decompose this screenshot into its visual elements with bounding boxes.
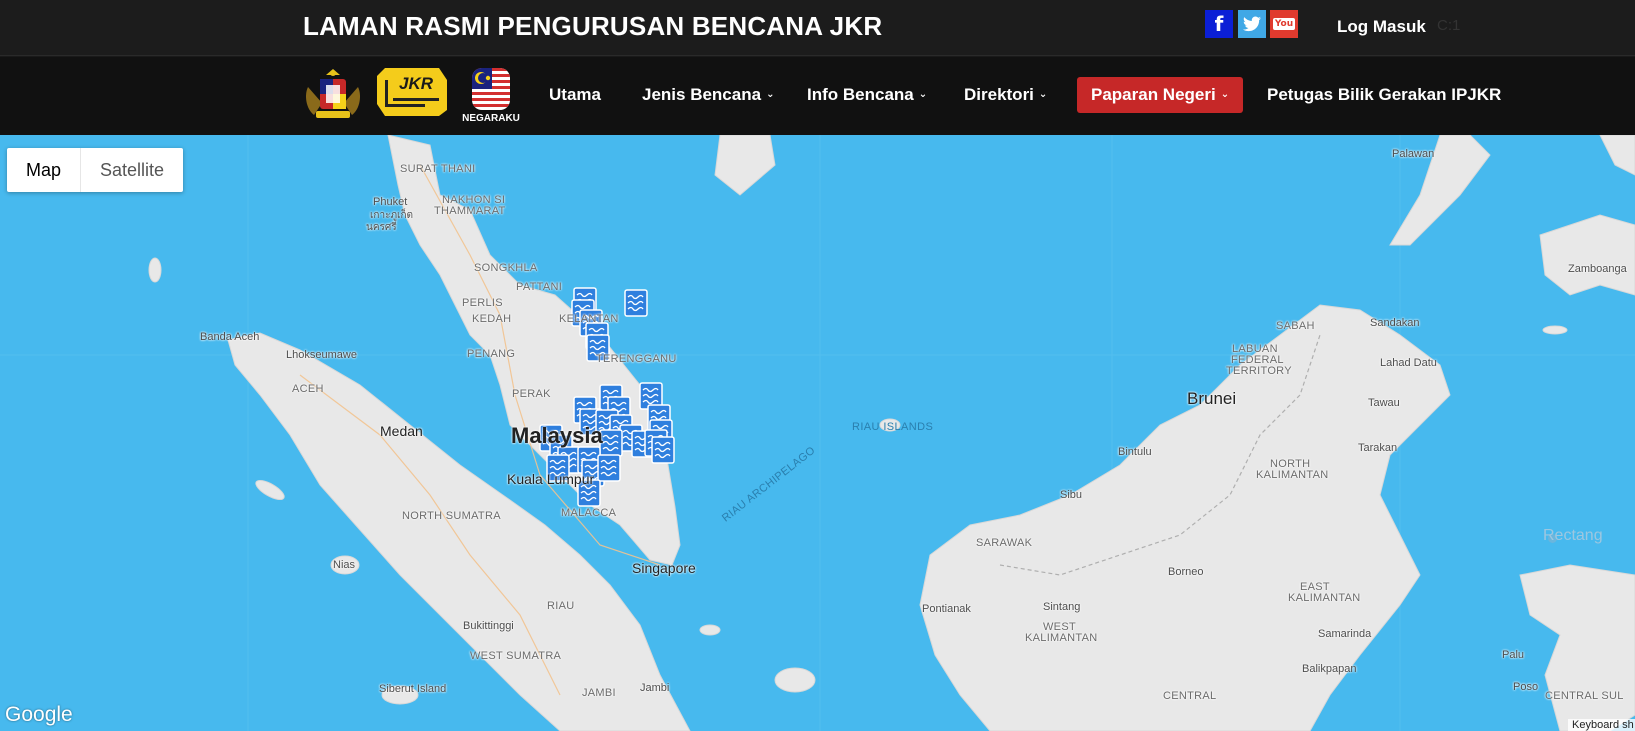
jkr-logo-text: JKR xyxy=(399,74,434,93)
nav-utama-label: Utama xyxy=(549,85,601,104)
map-label: KALIMANTAN xyxy=(1256,469,1329,481)
map-label: KEDAH xyxy=(472,313,512,325)
map-label: Kuala Lumpur xyxy=(507,471,595,487)
twitter-icon[interactable] xyxy=(1238,10,1266,38)
map-label: CENTRAL SUL xyxy=(1545,690,1624,702)
jkr-logo[interactable]: JKR xyxy=(375,66,449,118)
negaraku-label: NEGARAKU xyxy=(462,113,520,124)
flood-marker-icon[interactable] xyxy=(651,436,675,464)
map-label: Nias xyxy=(333,559,356,571)
map-label: JAMBI xyxy=(582,687,616,699)
login-link[interactable]: Log Masuk xyxy=(1337,17,1426,37)
map-label: THAMMARAT xyxy=(434,205,506,217)
twitter-bird-icon xyxy=(1243,16,1261,32)
map-label: PERAK xyxy=(512,388,551,400)
map-land-layer xyxy=(0,135,1635,731)
map-label: Medan xyxy=(380,423,423,439)
map-label: Jambi xyxy=(640,682,670,694)
chevron-down-icon: ⌄ xyxy=(766,89,775,100)
map-label: Singapore xyxy=(632,560,696,576)
map-label: PATTANI xyxy=(516,281,563,293)
site-title: LAMAN RASMI PENGURUSAN BENCANA JKR xyxy=(303,11,883,41)
map-label: Sibu xyxy=(1060,489,1083,501)
map-label: KALIMANTAN xyxy=(1288,592,1361,604)
facebook-icon[interactable]: f xyxy=(1205,10,1233,38)
nav-jenis-bencana-label: Jenis Bencana xyxy=(642,85,762,104)
map-label: Bintulu xyxy=(1118,446,1152,458)
youtube-icon-text: You xyxy=(1272,18,1296,30)
malaysia-crest-logo[interactable] xyxy=(302,65,364,121)
map-label: Banda Aceh xyxy=(200,331,260,343)
map-label: Zamboanga xyxy=(1568,263,1627,275)
malaysia-flag-icon xyxy=(472,68,510,110)
map-label: Borneo xyxy=(1168,566,1204,578)
map-label: SABAH xyxy=(1276,320,1315,332)
map-label: MALACCA xyxy=(561,507,617,519)
map-label: Sandakan xyxy=(1370,317,1420,329)
nav-paparan-negeri-label: Paparan Negeri xyxy=(1091,85,1216,104)
map-label: CENTRAL xyxy=(1163,690,1217,702)
google-logo[interactable]: Google xyxy=(5,703,73,727)
map-label: Balikpapan xyxy=(1302,663,1357,675)
map-label: Lhokseumawe xyxy=(286,349,357,361)
map-label: PENANG xyxy=(467,348,516,360)
chevron-down-icon: ⌄ xyxy=(1220,89,1230,100)
map-label: Lahad Datu xyxy=(1380,357,1437,369)
nav-petugas-label: Petugas Bilik Gerakan IPJKR xyxy=(1267,85,1502,104)
top-bar: LAMAN RASMI PENGURUSAN BENCANA JKR f You… xyxy=(0,0,1635,56)
main-nav: JKR NEGARAKU Utama Jenis Bencana ⌄ Info … xyxy=(0,57,1635,135)
map-label: Poso xyxy=(1513,681,1539,693)
map-label: Pontianak xyxy=(922,603,971,615)
map-label: ACEH xyxy=(292,383,324,395)
map-label: Samarinda xyxy=(1318,628,1372,640)
crest-icon xyxy=(306,69,360,118)
nav-paparan-negeri[interactable]: Paparan Negeri ⌄ xyxy=(1077,77,1244,113)
map-label: SURAT THANI xyxy=(400,163,476,175)
map-label: NORTH SUMATRA xyxy=(402,510,501,522)
flood-marker-icon[interactable] xyxy=(599,429,623,457)
map-label: KELANTAN xyxy=(559,313,619,325)
nav-direktori[interactable]: Direktori ⌄ xyxy=(964,77,1047,113)
flood-marker-icon[interactable] xyxy=(624,289,648,317)
map-label: Phuket xyxy=(373,196,408,208)
map-label: Brunei xyxy=(1187,389,1237,408)
map-label: Tarakan xyxy=(1358,442,1398,454)
rectangle-tool-hint[interactable]: Rectang xyxy=(1543,527,1603,545)
nav-direktori-label: Direktori xyxy=(964,85,1034,104)
nav-utama[interactable]: Utama xyxy=(549,77,601,113)
nav-info-bencana-label: Info Bencana xyxy=(807,85,914,104)
map-label: Tawau xyxy=(1368,397,1400,409)
flood-marker-icon[interactable] xyxy=(597,454,621,482)
map-label: SARAWAK xyxy=(976,537,1033,549)
map-canvas[interactable]: SURAT THANI NAKHON SI THAMMARAT Phuket เ… xyxy=(0,135,1635,731)
chevron-down-icon: ⌄ xyxy=(918,89,928,100)
visitor-counter: C:1 xyxy=(1437,17,1461,34)
keyboard-shortcuts-link[interactable]: Keyboard sh xyxy=(1568,719,1635,731)
map-label: นครศรี xyxy=(366,222,397,233)
map-label: Malaysia xyxy=(511,423,603,448)
map-type-map-button[interactable]: Map xyxy=(7,148,82,192)
chevron-down-icon: ⌄ xyxy=(1038,89,1048,100)
negaraku-logo[interactable]: NEGARAKU xyxy=(459,65,523,125)
map-label: KALIMANTAN xyxy=(1025,632,1098,644)
map-label: PERLIS xyxy=(462,297,503,309)
map-label: Palawan xyxy=(1392,148,1435,160)
map-label: TERRITORY xyxy=(1226,365,1292,377)
youtube-icon[interactable]: You xyxy=(1270,10,1298,38)
map-label: WEST SUMATRA xyxy=(470,650,562,662)
map-label: Sintang xyxy=(1043,601,1081,613)
nav-petugas-bilik-gerakan[interactable]: Petugas Bilik Gerakan IPJKR xyxy=(1267,77,1501,113)
nav-info-bencana[interactable]: Info Bencana ⌄ xyxy=(807,77,927,113)
map-label: Siberut Island xyxy=(379,683,447,695)
map-label: Palu xyxy=(1502,649,1525,661)
map-label: RIAU xyxy=(547,600,575,612)
map-label: SONGKHLA xyxy=(474,262,538,274)
map-label: RIAU ISLANDS xyxy=(852,421,934,433)
map-label: Bukittinggi xyxy=(463,620,514,632)
map-type-satellite-button[interactable]: Satellite xyxy=(81,148,183,192)
map-label: TERENGGANU xyxy=(596,353,677,365)
map-type-control: Map Satellite xyxy=(7,148,184,192)
nav-jenis-bencana[interactable]: Jenis Bencana ⌄ xyxy=(642,77,774,113)
